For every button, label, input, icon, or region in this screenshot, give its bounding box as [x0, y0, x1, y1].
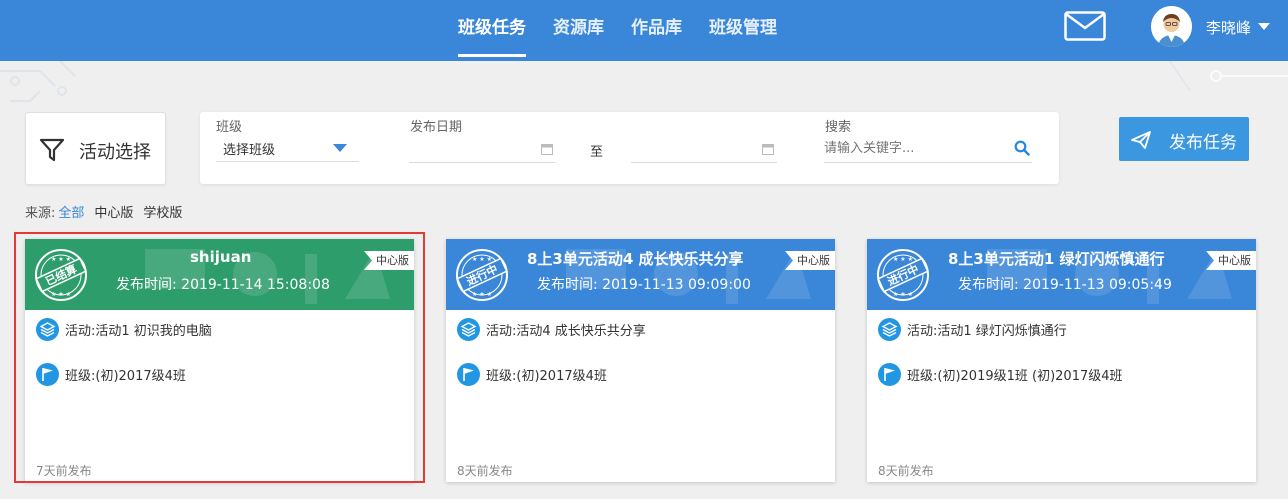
- end-date-underline: [631, 162, 777, 163]
- svg-text:★ ★ ★: ★ ★ ★: [893, 256, 913, 263]
- source-label: 来源:: [25, 206, 56, 221]
- layers-icon: [36, 318, 59, 341]
- nav-item-works[interactable]: 作品库: [631, 0, 682, 61]
- avatar[interactable]: [1151, 6, 1192, 47]
- svg-text:★ ★ ★: ★ ★ ★: [51, 291, 71, 298]
- task-card[interactable]: 已结算 ★ ★ ★ ★ ★ ★ shijuan 发布时间: 2019-11-14…: [25, 239, 414, 482]
- status-stamp: 进行中 ★ ★ ★ ★ ★ ★: [456, 249, 508, 301]
- publish-task-button[interactable]: 发布任务: [1119, 117, 1249, 161]
- class-value: (初)2017级4班: [516, 369, 607, 384]
- status-stamp: 进行中 ★ ★ ★ ★ ★ ★: [877, 249, 929, 301]
- activity-row: 活动: 活动1 初识我的电脑: [36, 318, 212, 341]
- flag-icon: [878, 363, 901, 386]
- start-date-input[interactable]: [409, 136, 555, 162]
- user-menu-caret-icon[interactable]: [1258, 23, 1270, 30]
- search-input[interactable]: [824, 136, 1009, 160]
- status-stamp-text: 进行中: [464, 262, 500, 289]
- svg-text:★ ★ ★: ★ ★ ★: [51, 256, 71, 263]
- activity-label: 活动:: [65, 324, 96, 339]
- publish-time: 发布时间: 2019-11-13 09:09:00: [537, 274, 751, 294]
- nav-item-class-tasks[interactable]: 班级任务: [458, 0, 526, 61]
- activity-value: 活动1 绿灯闪烁慎通行: [937, 324, 1067, 339]
- publish-time-label: 发布时间:: [958, 277, 1019, 293]
- activity-value: 活动4 成长快乐共分享: [516, 324, 646, 339]
- status-stamp-text: 已结算: [43, 262, 79, 289]
- task-title: shijuan: [190, 248, 252, 266]
- class-label: 班级:: [486, 369, 517, 384]
- activity-value: 活动1 初识我的电脑: [95, 324, 212, 339]
- source-option-center[interactable]: 中心版: [94, 202, 133, 221]
- published-ago: 8天前发布: [878, 464, 934, 478]
- activity-row: 活动: 活动4 成长快乐共分享: [457, 318, 646, 341]
- class-filter-label: 班级: [216, 120, 243, 135]
- user-portrait-icon: [1151, 6, 1192, 47]
- publish-time-value: 2019-11-13 09:09:00: [602, 277, 751, 293]
- date-filter-label: 发布日期: [410, 120, 463, 135]
- class-select[interactable]: 选择班级: [216, 136, 359, 162]
- publish-time-value: 2019-11-13 09:05:49: [1023, 277, 1172, 293]
- calendar-icon: [762, 144, 774, 155]
- publish-time: 发布时间: 2019-11-14 15:08:08: [116, 274, 330, 294]
- svg-text:★ ★ ★: ★ ★ ★: [472, 291, 492, 298]
- class-value: (初)2017级4班: [95, 369, 186, 384]
- status-stamp: 已结算 ★ ★ ★ ★ ★ ★: [35, 249, 87, 301]
- activity-label: 活动:: [907, 324, 938, 339]
- class-select-underline: [216, 161, 359, 162]
- publish-time: 发布时间: 2019-11-13 09:05:49: [958, 274, 1172, 294]
- activity-select-button[interactable]: 活动选择: [25, 112, 166, 185]
- search-label: 搜索: [825, 120, 852, 135]
- search-underline: [824, 162, 1032, 163]
- layers-icon: [457, 318, 480, 341]
- username[interactable]: 李晓峰: [1206, 17, 1251, 38]
- calendar-icon: [541, 144, 553, 155]
- flag-icon: [36, 363, 59, 386]
- task-title: 8上3单元活动4 成长快乐共分享: [527, 250, 744, 268]
- svg-text:★ ★ ★: ★ ★ ★: [893, 291, 913, 298]
- filter-panel: 班级 选择班级 发布日期 至 搜索: [200, 112, 1059, 184]
- nav-item-resources[interactable]: 资源库: [553, 0, 604, 61]
- publish-task-label: 发布任务: [1169, 133, 1237, 153]
- task-card-header: 已结算 ★ ★ ★ ★ ★ ★ shijuan 发布时间: 2019-11-14…: [25, 239, 414, 310]
- layers-icon: [878, 318, 901, 341]
- published-ago: 8天前发布: [457, 464, 513, 478]
- flag-icon: [457, 363, 480, 386]
- class-row: 班级: (初)2017级4班: [457, 363, 607, 386]
- class-label: 班级:: [65, 369, 96, 384]
- publish-time-value: 2019-11-14 15:08:08: [181, 277, 330, 293]
- class-row: 班级: (初)2017级4班: [36, 363, 186, 386]
- source-filter: 来源: 全部 中心版 学校版: [25, 202, 192, 221]
- source-option-school[interactable]: 学校版: [143, 202, 182, 221]
- mail-icon[interactable]: [1064, 11, 1106, 41]
- background-line-decoration: [1169, 61, 1288, 92]
- source-option-all[interactable]: 全部: [58, 202, 84, 221]
- svg-text:★ ★ ★: ★ ★ ★: [472, 256, 492, 263]
- status-stamp-text: 进行中: [885, 262, 921, 289]
- activity-label: 活动:: [486, 324, 517, 339]
- publish-time-label: 发布时间:: [537, 277, 598, 293]
- class-row: 班级: (初)2019级1班 (初)2017级4班: [878, 363, 1123, 386]
- task-card[interactable]: 进行中 ★ ★ ★ ★ ★ ★ 8上3单元活动1 绿灯闪烁慎通行 发布时间: 2…: [867, 239, 1256, 482]
- end-date-input[interactable]: [631, 136, 777, 162]
- publish-time-label: 发布时间:: [116, 277, 177, 293]
- nav-item-class-management[interactable]: 班级管理: [709, 0, 777, 61]
- activity-row: 活动: 活动1 绿灯闪烁慎通行: [878, 318, 1067, 341]
- task-card[interactable]: 进行中 ★ ★ ★ ★ ★ ★ 8上3单元活动4 成长快乐共分享 发布时间: 2…: [446, 239, 835, 482]
- task-title: 8上3单元活动1 绿灯闪烁慎通行: [948, 250, 1165, 268]
- task-card-header: 进行中 ★ ★ ★ ★ ★ ★ 8上3单元活动1 绿灯闪烁慎通行 发布时间: 2…: [867, 239, 1256, 310]
- filter-icon: [39, 138, 65, 162]
- class-select-caret-icon: [333, 144, 347, 152]
- class-label: 班级:: [907, 369, 938, 384]
- class-select-value: 选择班级: [223, 143, 276, 158]
- main-nav: 班级任务 资源库 作品库 班级管理: [458, 0, 804, 61]
- activity-select-label: 活动选择: [79, 142, 151, 163]
- task-card-header: 进行中 ★ ★ ★ ★ ★ ★ 8上3单元活动4 成长快乐共分享 发布时间: 2…: [446, 239, 835, 310]
- top-navigation-bar: 班级任务 资源库 作品库 班级管理 李晓峰: [0, 0, 1288, 61]
- start-date-underline: [409, 162, 555, 163]
- paper-plane-icon: [1131, 131, 1151, 149]
- date-range-to-label: 至: [590, 145, 604, 160]
- published-ago: 7天前发布: [36, 464, 92, 478]
- search-icon[interactable]: [1014, 140, 1030, 156]
- class-value: (初)2019级1班 (初)2017级4班: [937, 369, 1123, 384]
